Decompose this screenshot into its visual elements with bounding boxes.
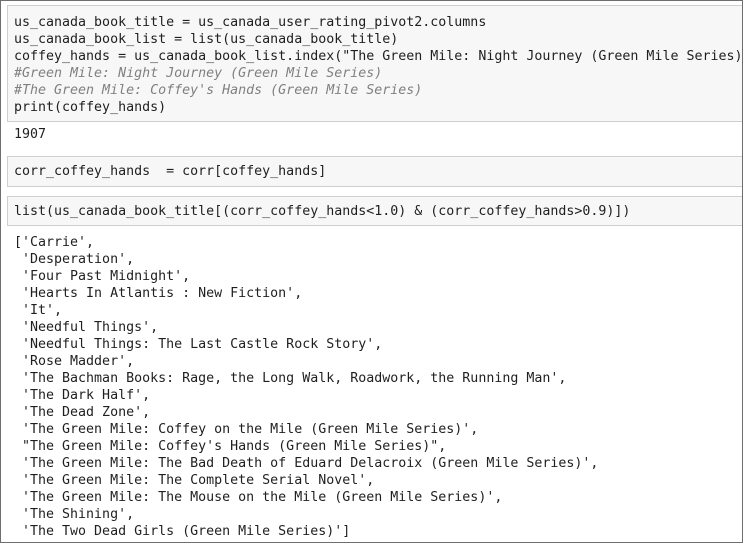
output-line: 'The Bachman Books: Rage, the Long Walk,… <box>14 371 567 386</box>
output-line: 'The Dark Half', <box>14 388 151 403</box>
code-line: us_canada_book_list = list(us_canada_boo… <box>14 32 399 47</box>
code-cell-1[interactable]: us_canada_book_title = us_canada_user_ra… <box>7 5 742 122</box>
code-cell-3[interactable]: list(us_canada_book_title[(corr_coffey_h… <box>7 196 742 226</box>
output-line: 'Four Past Midnight', <box>14 269 191 284</box>
code-editor[interactable]: us_canada_book_title = us_canada_user_ra… <box>8 6 742 116</box>
output-line: ['Carrie', <box>14 235 95 250</box>
output-line: 'Hearts In Atlantis : New Fiction', <box>14 286 303 301</box>
code-line: list(us_canada_book_title[(corr_coffey_h… <box>14 204 631 219</box>
output-line: 'The Shining', <box>14 507 135 522</box>
output-line: 'Needful Things', <box>14 320 159 335</box>
output-line: "The Green Mile: Coffey's Hands (Green M… <box>14 439 447 454</box>
output-line: 'The Two Dead Girls (Green Mile Series)'… <box>14 524 351 539</box>
output-line: 'The Green Mile: Coffey on the Mile (Gre… <box>14 422 479 437</box>
code-line: print(coffey_hands) <box>14 100 167 115</box>
notebook-view: us_canada_book_title = us_canada_user_ra… <box>0 0 743 543</box>
output-line: 'The Green Mile: The Bad Death of Eduard… <box>14 456 599 471</box>
code-editor[interactable]: corr_coffey_hands = corr[coffey_hands] <box>8 157 742 180</box>
output-line: 'The Dead Zone', <box>14 405 151 420</box>
code-comment-line: #Green Mile: Night Journey (Green Mile S… <box>14 66 383 81</box>
output-line: 'The Green Mile: The Complete Serial Nov… <box>14 473 375 488</box>
code-line: coffey_hands = us_canada_book_list.index… <box>14 49 742 64</box>
code-editor[interactable]: list(us_canada_book_title[(corr_coffey_h… <box>8 197 742 220</box>
output-line: 'Rose Madder', <box>14 354 135 369</box>
output-line: 'The Green Mile: The Mouse on the Mile (… <box>14 490 503 505</box>
output-line: 'It', <box>14 303 63 318</box>
code-cell-2[interactable]: corr_coffey_hands = corr[coffey_hands] <box>7 156 742 187</box>
output-line: 'Needful Things: The Last Castle Rock St… <box>14 337 383 352</box>
cell-3-output: ['Carrie', 'Desperation', 'Four Past Mid… <box>14 234 598 540</box>
output-line: 'Desperation', <box>14 252 135 267</box>
code-comment-line: #The Green Mile: Coffey's Hands (Green M… <box>14 83 423 98</box>
code-line: us_canada_book_title = us_canada_user_ra… <box>14 15 487 30</box>
cell-1-output: 1907 <box>14 127 47 142</box>
code-line: corr_coffey_hands = corr[coffey_hands] <box>14 164 327 179</box>
